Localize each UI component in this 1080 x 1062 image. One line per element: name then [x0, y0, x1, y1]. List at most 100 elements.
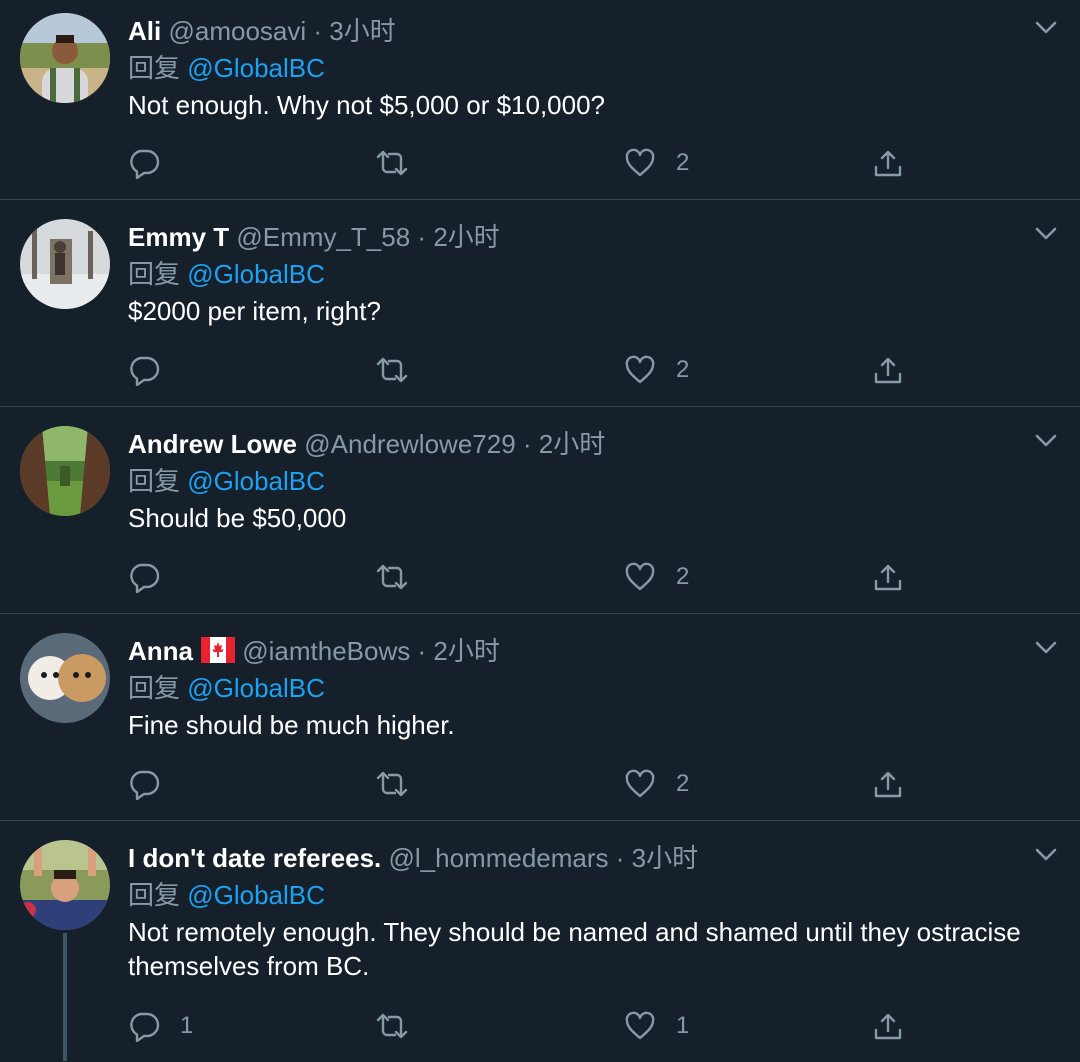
tweet-actions: 1 1 [128, 1006, 1080, 1046]
replying-to: 回复 @GlobalBC [128, 668, 1040, 708]
display-name[interactable]: Anna [128, 636, 193, 666]
user-handle[interactable]: @Emmy_T_58 [236, 222, 410, 252]
chevron-down-icon[interactable] [1032, 224, 1060, 244]
avatar[interactable] [20, 426, 110, 516]
tweet-header: I don't date referees. @l_hommedemars · … [128, 821, 1040, 875]
display-name[interactable]: Emmy T [128, 222, 229, 252]
reply-button[interactable] [128, 143, 180, 183]
separator-dot: · [615, 843, 625, 873]
tweet-actions: 2 [128, 557, 1080, 597]
tweet[interactable]: Anna @iamtheBows · 2小时 回复 @GlobalBC Fine… [0, 614, 1080, 821]
timestamp[interactable]: 2小时 [433, 222, 499, 252]
timestamp[interactable]: 2小时 [539, 429, 605, 459]
retweet-button[interactable] [374, 350, 430, 390]
share-icon [872, 1010, 904, 1042]
avatar[interactable] [20, 219, 110, 309]
tweet-text: Fine should be much higher. [128, 710, 455, 740]
tweet-text: $2000 per item, right? [128, 296, 381, 326]
thread-line [63, 933, 67, 1061]
like-icon [624, 354, 656, 386]
tweet-actions: 2 [128, 350, 1080, 390]
timestamp[interactable]: 2小时 [433, 636, 499, 666]
reply-prefix: 回复 [128, 466, 188, 496]
mention-link[interactable]: @GlobalBC [187, 466, 325, 496]
canada-flag-icon [201, 637, 235, 671]
user-handle[interactable]: @l_hommedemars [389, 843, 609, 873]
tweet[interactable]: Andrew Lowe @Andrewlowe729 · 2小时 回复 @Glo… [0, 407, 1080, 614]
retweet-icon [374, 354, 410, 386]
tweet-header: Andrew Lowe @Andrewlowe729 · 2小时 [128, 407, 1040, 461]
timestamp[interactable]: 3小时 [329, 16, 395, 46]
tweet[interactable]: Ali @amoosavi · 3小时 回复 @GlobalBC Not eno… [0, 0, 1080, 200]
tweet-header: Anna @iamtheBows · 2小时 [128, 614, 1040, 668]
separator-dot: · [417, 222, 427, 252]
chevron-down-icon[interactable] [1032, 638, 1060, 658]
mention-link[interactable]: @GlobalBC [187, 880, 325, 910]
like-count: 2 [676, 563, 690, 590]
retweet-button[interactable] [374, 1006, 430, 1046]
tweet[interactable]: Emmy T @Emmy_T_58 · 2小时 回复 @GlobalBC $20… [0, 200, 1080, 407]
display-name[interactable]: Ali [128, 16, 161, 46]
like-icon [624, 147, 656, 179]
avatar[interactable] [20, 840, 110, 930]
reply-prefix: 回复 [128, 880, 188, 910]
replying-to: 回复 @GlobalBC [128, 875, 1040, 915]
avatar[interactable] [20, 633, 110, 723]
retweet-button[interactable] [374, 764, 430, 804]
tweet-actions: 2 [128, 143, 1080, 183]
mention-link[interactable]: @GlobalBC [187, 53, 325, 83]
reply-button[interactable]: 1 [128, 1006, 193, 1046]
reply-button[interactable] [128, 350, 180, 390]
user-handle[interactable]: @Andrewlowe729 [304, 429, 515, 459]
share-icon [872, 147, 904, 179]
retweet-icon [374, 561, 410, 593]
reply-prefix: 回复 [128, 53, 188, 83]
share-icon [872, 354, 904, 386]
like-count: 1 [676, 1012, 690, 1039]
user-handle[interactable]: @amoosavi [168, 16, 306, 46]
separator-dot: · [522, 429, 532, 459]
tweet-header: Emmy T @Emmy_T_58 · 2小时 [128, 200, 1040, 254]
share-button[interactable] [872, 1006, 904, 1046]
like-button[interactable]: 2 [624, 350, 689, 390]
avatar[interactable] [20, 13, 110, 103]
timestamp[interactable]: 3小时 [632, 843, 698, 873]
retweet-icon [374, 1010, 410, 1042]
reply-count: 1 [180, 1012, 194, 1039]
retweet-button[interactable] [374, 143, 430, 183]
like-button[interactable]: 2 [624, 764, 689, 804]
like-count: 2 [676, 356, 690, 383]
separator-dot: · [417, 636, 427, 666]
like-button[interactable]: 2 [624, 557, 689, 597]
share-icon [872, 768, 904, 800]
tweet-text: Should be $50,000 [128, 503, 347, 533]
like-button[interactable]: 1 [624, 1006, 689, 1046]
retweet-button[interactable] [374, 557, 430, 597]
reply-icon [128, 354, 160, 386]
display-name[interactable]: Andrew Lowe [128, 429, 297, 459]
share-button[interactable] [872, 764, 904, 804]
retweet-icon [374, 768, 410, 800]
tweet-actions: 2 [128, 764, 1080, 804]
reply-icon [128, 561, 160, 593]
tweet[interactable]: I don't date referees. @l_hommedemars · … [0, 821, 1080, 1061]
mention-link[interactable]: @GlobalBC [187, 673, 325, 703]
chevron-down-icon[interactable] [1032, 18, 1060, 38]
like-button[interactable]: 2 [624, 143, 689, 183]
like-icon [624, 768, 656, 800]
share-button[interactable] [872, 143, 904, 183]
reply-icon [128, 768, 160, 800]
share-button[interactable] [872, 350, 904, 390]
replying-to: 回复 @GlobalBC [128, 461, 1040, 501]
mention-link[interactable]: @GlobalBC [187, 259, 325, 289]
reply-prefix: 回复 [128, 259, 188, 289]
display-name[interactable]: I don't date referees. [128, 843, 381, 873]
chevron-down-icon[interactable] [1032, 431, 1060, 451]
share-button[interactable] [872, 557, 904, 597]
separator-dot: · [313, 16, 323, 46]
chevron-down-icon[interactable] [1032, 845, 1060, 865]
user-handle[interactable]: @iamtheBows [242, 636, 410, 666]
reply-prefix: 回复 [128, 673, 188, 703]
reply-button[interactable] [128, 557, 180, 597]
reply-button[interactable] [128, 764, 180, 804]
